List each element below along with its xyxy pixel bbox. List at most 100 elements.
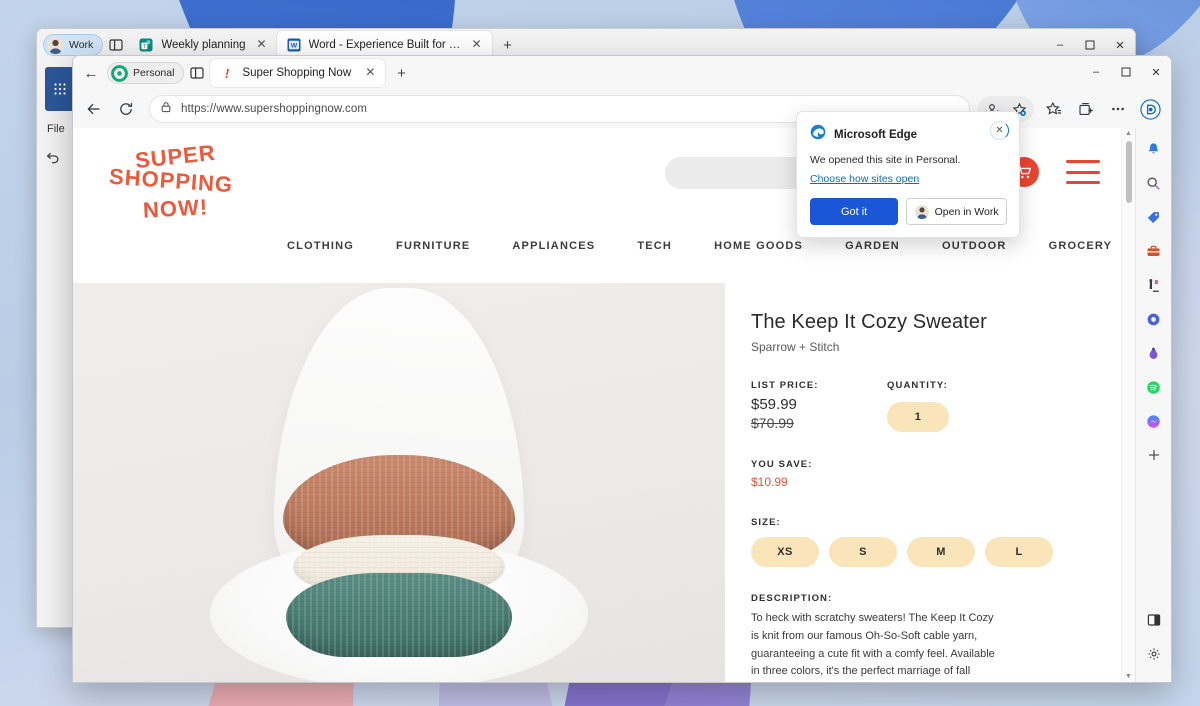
product-description: To heck with scratchy sweaters! The Keep… [751,612,995,678]
nav-item-appliances[interactable]: APPLIANCES [491,240,616,252]
edge-new-tab-button[interactable]: + [389,61,413,85]
product-current-price: $59.99 [751,396,797,413]
list-price-label: LIST PRICE: [751,380,819,391]
size-label: SIZE: [751,517,781,528]
app-launcher-icon[interactable] [45,67,75,111]
site-logo[interactable]: SUPER SHOPPING NOW! [101,140,291,234]
edge-maximize-button[interactable] [1111,56,1141,88]
work-profile-label: Work [69,39,94,51]
edge-tab-super-shopping-now[interactable]: ! Super Shopping Now ✕ [210,59,386,87]
svg-text:!: ! [225,66,230,80]
quantity-label: QUANTITY: [887,380,948,391]
exclamation-favicon: ! [220,66,234,81]
word-file-menu[interactable]: File [47,123,65,135]
personal-avatar-icon [111,64,128,82]
personal-profile-pill[interactable]: Personal [107,62,185,84]
tab-close-icon[interactable]: ✕ [254,37,270,53]
add-sidebar-icon[interactable] [1140,441,1168,469]
tab-title: Super Shopping Now [242,67,352,79]
work-new-tab-button[interactable]: + [496,33,520,57]
edge-close-button[interactable]: ✕ [1141,56,1171,88]
flyout-message: We opened this site in Personal. [810,154,961,166]
edge-sidebar[interactable] [1135,128,1171,682]
browser-essentials-icon[interactable] [1140,606,1168,634]
office-icon[interactable] [1140,305,1168,333]
edge-window-titlebar[interactable]: ← Personal ! Super Shopping Now ✕ + – ✕ [73,56,1171,90]
nav-item-outdoor[interactable]: OUTDOOR [921,240,1028,252]
nav-item-clothing[interactable]: CLOTHING [266,240,375,252]
favorites-list-icon[interactable] [1039,94,1069,124]
nav-item-home-goods[interactable]: HOME GOODS [693,240,824,252]
product-image[interactable] [73,283,725,682]
edge-profile-notification-flyout[interactable]: Microsoft Edge ✕ We opened this site in … [796,111,1020,238]
nav-item-furniture[interactable]: FURNITURE [375,240,491,252]
notifications-bell-icon[interactable] [1140,135,1168,163]
svg-text:W: W [290,43,297,50]
undo-icon[interactable] [45,151,60,168]
open-in-work-button[interactable]: Open in Work [906,198,1007,225]
tab-close-icon[interactable]: ✕ [469,37,485,53]
work-avatar-icon [914,204,929,219]
messenger-icon[interactable] [1140,407,1168,435]
sidebar-settings-icon[interactable] [1140,640,1168,668]
site-navigation[interactable]: CLOTHING FURNITURE APPLIANCES TECH HOME … [266,240,1121,252]
scrollbar-thumb[interactable] [1125,141,1132,203]
more-options-icon[interactable] [1103,94,1133,124]
size-options[interactable]: XS S M L [751,537,1091,567]
personal-browser-window[interactable]: ← Personal ! Super Shopping Now ✕ + – ✕ … [72,55,1172,683]
edge-minimize-button[interactable]: – [1081,56,1111,88]
hamburger-menu-icon[interactable] [1066,160,1100,184]
search-icon[interactable] [1140,169,1168,197]
tools-briefcase-icon[interactable] [1140,237,1168,265]
teams-icon: T [139,38,153,52]
you-save-amount: $10.99 [751,475,788,489]
tab-title: Weekly planning [161,39,246,51]
address-bar-url[interactable]: https://www.supershoppingnow.com [181,103,367,115]
desktop-background: Work T Weekly planning ✕ W Word - Experi… [0,0,1200,706]
edge-icon [810,124,826,145]
nav-item-tech[interactable]: TECH [616,240,693,252]
size-option-m[interactable]: M [907,537,975,567]
choose-how-sites-open-link[interactable]: Choose how sites open [810,173,919,185]
logo-line-3: NOW! [142,194,209,223]
spotify-icon[interactable] [1140,373,1168,401]
drop-icon[interactable] [1140,339,1168,367]
collections-icon[interactable] [1071,94,1101,124]
flyout-actions[interactable]: Got it Open in Work [810,198,1007,225]
edge-titlebar-back-icon[interactable]: ← [77,59,105,87]
you-save-label: YOU SAVE: [751,459,813,470]
edge-window-controls[interactable]: – ✕ [1081,56,1171,88]
sweater-teal [286,573,512,657]
work-avatar-icon [47,36,64,54]
size-option-xs[interactable]: XS [751,537,819,567]
scroll-up-arrow[interactable]: ▲ [1125,130,1132,138]
size-option-l[interactable]: L [985,537,1053,567]
size-option-s[interactable]: S [829,537,897,567]
nav-item-grocery[interactable]: GROCERY [1028,240,1121,252]
word-icon: W [287,38,301,52]
lock-icon [160,100,172,118]
open-in-work-label: Open in Work [934,205,999,218]
games-icon[interactable] [1140,271,1168,299]
refresh-icon[interactable] [111,94,141,124]
tab-close-icon[interactable]: ✕ [362,65,378,81]
description-label: DESCRIPTION: [751,593,833,604]
flyout-title: Microsoft Edge [834,128,918,141]
personal-profile-label: Personal [133,67,175,79]
flyout-close-icon[interactable]: ✕ [990,121,1009,140]
shopping-tag-icon[interactable] [1140,203,1168,231]
got-it-button[interactable]: Got it [810,198,899,225]
edge-sidebar-bottom[interactable] [1136,606,1171,674]
product-info-panel: The Keep It Cozy Sweater Sparrow + Stitc… [725,283,1121,682]
page-scrollbar[interactable]: ▲ ▼ [1121,128,1135,682]
scroll-down-arrow[interactable]: ▼ [1125,673,1132,681]
edge-tab-list-icon[interactable] [184,60,210,86]
nav-item-garden[interactable]: GARDEN [824,240,921,252]
work-profile-pill[interactable]: Work [43,34,104,56]
product-brand: Sparrow + Stitch [751,340,840,354]
product-original-price: $70.99 [751,415,794,431]
back-icon[interactable] [79,94,109,124]
copilot-icon[interactable] [1135,94,1165,124]
quantity-stepper[interactable]: 1 [887,402,949,432]
logo-line-2: SHOPPING [108,163,234,198]
